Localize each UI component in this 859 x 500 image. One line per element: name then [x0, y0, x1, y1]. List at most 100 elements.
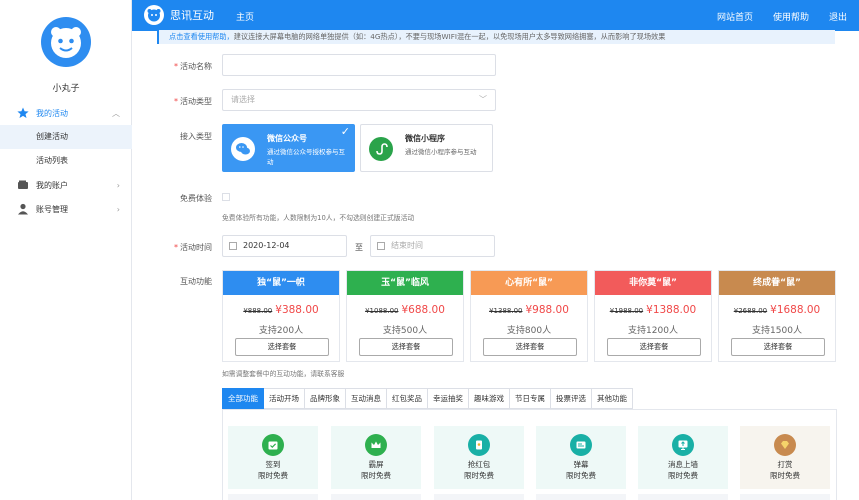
access-type-label: 接入类型: [180, 132, 212, 141]
sidebar-item-my-account[interactable]: 我的账户 ›: [0, 173, 132, 197]
calendar-icon: [377, 242, 385, 250]
reward-icon: [774, 434, 796, 456]
home-link[interactable]: 主页: [236, 10, 254, 23]
package-users: 支持1500人: [752, 326, 802, 336]
chevron-up-icon: ︿: [112, 108, 120, 118]
user-icon: [17, 203, 29, 215]
feature-tile-partial: [331, 494, 421, 500]
feature-name: 签到: [265, 460, 281, 469]
wallet-icon: [17, 179, 29, 191]
feature-tile-screen[interactable]: 霸屏 限时免费: [331, 426, 421, 489]
package-price: ¥1388.00 ¥988.00: [489, 304, 569, 316]
select-package-button[interactable]: 选择套餐: [235, 338, 329, 356]
access-option-title: 微信小程序: [405, 134, 445, 143]
activity-name-label: * 活动名称: [174, 62, 212, 71]
access-option-wechat-miniprogram[interactable]: 微信小程序 通过微信小程序参与互动: [360, 124, 493, 172]
help-notice-link[interactable]: 点击查看使用帮助，: [169, 32, 234, 41]
feature-tile-partial: [638, 494, 728, 500]
feature-name: 霸屏: [368, 460, 384, 469]
activity-type-label: * 活动类型: [174, 97, 212, 106]
activity-type-placeholder: 请选择: [231, 95, 255, 104]
calendar-icon: [229, 242, 237, 250]
package-card: 心有所“鼠” ¥1388.00 ¥988.00 支持800人 选择套餐: [470, 270, 588, 362]
package-name: 终成眷“鼠”: [719, 271, 835, 295]
lion-logo-icon: [51, 27, 81, 58]
free-trial-checkbox[interactable]: [222, 193, 230, 201]
chevron-down-icon: ﹀: [479, 95, 487, 104]
feature-name: 打赏: [777, 460, 793, 469]
sidebar-item-label: 我的活动: [36, 108, 68, 118]
feature-sub: 限时免费: [566, 471, 596, 480]
star-icon: [17, 107, 29, 119]
package-users: 支持800人: [506, 326, 552, 336]
check-icon: ✓: [340, 125, 350, 138]
free-trial-label: 免费体验: [180, 194, 212, 203]
package-name: 玉“鼠”临风: [347, 271, 463, 295]
lion-logo-icon: [144, 5, 164, 25]
access-option-desc: 通过微信公众号授权参与互动: [267, 148, 345, 166]
feature-sub: 限时免费: [464, 471, 494, 480]
tab-festival[interactable]: 节日专属: [510, 388, 551, 409]
end-date-placeholder: 结束时间: [391, 241, 423, 250]
feature-tile-barrage[interactable]: 弹幕 限时免费: [536, 426, 626, 489]
chevron-right-icon: ›: [116, 204, 120, 214]
date-range-separator: 至: [355, 243, 363, 252]
tab-all[interactable]: 全部功能: [222, 388, 264, 409]
tab-games[interactable]: 趣味游戏: [469, 388, 510, 409]
website-home-link[interactable]: 网站首页: [717, 10, 753, 23]
package-card: 终成眷“鼠” ¥2688.00 ¥1688.00 支持1500人 选择套餐: [718, 270, 836, 362]
access-option-title: 微信公众号: [267, 134, 307, 143]
message-wall-icon: [672, 434, 694, 456]
activity-type-select[interactable]: 请选择 ﹀: [222, 89, 496, 111]
activity-name-input[interactable]: [222, 54, 496, 76]
notice-banner: 点击查看使用帮助，建议连接大屏幕电脑的网络单独提供（如：4G热点），不要与现场W…: [157, 30, 835, 44]
tab-voting[interactable]: 投票评选: [551, 388, 592, 409]
tab-opening[interactable]: 活动开场: [264, 388, 305, 409]
feature-sub: 限时免费: [770, 471, 800, 480]
help-link[interactable]: 使用帮助: [773, 10, 809, 23]
feature-sub: 限时免费: [258, 471, 288, 480]
package-name: 非你莫“鼠”: [595, 271, 711, 295]
feature-tile-red-packet[interactable]: 抢红包 限时免费: [434, 426, 524, 489]
feature-tabs: 全部功能 活动开场 品牌形象 互动消息 红包奖品 幸运抽奖 趣味游戏 节日专属 …: [222, 388, 633, 409]
tab-messages[interactable]: 互动消息: [346, 388, 387, 409]
tab-brand[interactable]: 品牌形象: [305, 388, 346, 409]
package-price: ¥2688.00 ¥1688.00: [733, 304, 821, 316]
logout-link[interactable]: 退出: [829, 10, 847, 23]
package-users: 支持500人: [382, 326, 428, 336]
feature-tile-reward[interactable]: 打赏 限时免费: [740, 426, 830, 489]
package-name: 独“鼠”一帜: [223, 271, 339, 295]
sidebar: 小丸子 我的活动 ︿ 创建活动 活动列表 我的账户 › 账号管理 ›: [0, 0, 132, 500]
feature-name: 抢红包: [467, 460, 491, 469]
access-option-wechat-official[interactable]: 微信公众号 通过微信公众号授权参与互动 ✓: [222, 124, 355, 172]
select-package-button[interactable]: 选择套餐: [359, 338, 453, 356]
package-card: 非你莫“鼠” ¥1988.00 ¥1388.00 支持1200人 选择套餐: [594, 270, 712, 362]
sidebar-item-account-management[interactable]: 账号管理 ›: [0, 197, 132, 221]
feature-hint: 如需调整套餐中的互动功能，请联系客服: [222, 370, 345, 378]
calendar-icon: [262, 434, 284, 456]
brand[interactable]: 思讯互动: [144, 5, 214, 25]
crown-icon: [365, 434, 387, 456]
chevron-right-icon: ›: [116, 180, 120, 190]
select-package-button[interactable]: 选择套餐: [483, 338, 577, 356]
select-package-button[interactable]: 选择套餐: [731, 338, 825, 356]
feature-tile-signin[interactable]: 签到 限时免费: [228, 426, 318, 489]
tab-other[interactable]: 其他功能: [592, 388, 633, 409]
sidebar-item-activity-list[interactable]: 活动列表: [0, 149, 132, 173]
tab-lottery[interactable]: 幸运抽奖: [428, 388, 469, 409]
feature-label: 互动功能: [180, 277, 212, 286]
sidebar-item-create-activity[interactable]: 创建活动: [0, 125, 132, 149]
select-package-button[interactable]: 选择套餐: [607, 338, 701, 356]
feature-tile-message-wall[interactable]: 消息上墙 限时免费: [638, 426, 728, 489]
package-users: 支持200人: [258, 326, 304, 336]
tab-red-packets[interactable]: 红包奖品: [387, 388, 428, 409]
feature-tile-partial: [434, 494, 524, 500]
end-date-input[interactable]: 结束时间: [370, 235, 495, 257]
mini-program-icon: [369, 137, 393, 161]
sidebar-item-my-activity[interactable]: 我的活动 ︿: [0, 101, 132, 125]
feature-sub: 限时免费: [668, 471, 698, 480]
package-name: 心有所“鼠”: [471, 271, 587, 295]
start-date-input[interactable]: 2020-12-04: [222, 235, 347, 257]
avatar[interactable]: [41, 17, 91, 67]
feature-tile-partial: [536, 494, 626, 500]
